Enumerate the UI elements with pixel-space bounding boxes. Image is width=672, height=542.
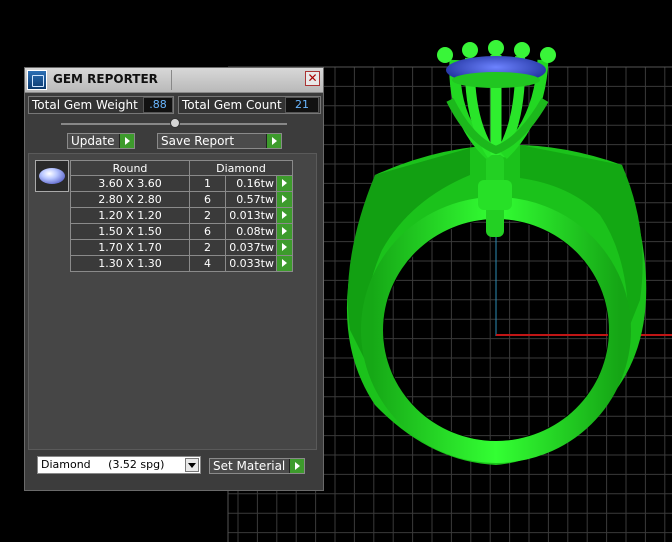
gem-quantity-cell: 2 [189,239,226,256]
gem-size-cell: 1.20 X 1.20 [70,207,190,224]
gem-reporter-icon [27,70,47,90]
set-material-button-label: Set Material [213,459,286,473]
green-arrow-icon[interactable] [276,191,293,208]
gem-quantity-cell: 2 [189,207,226,224]
gem-reporter-panel: GEM REPORTER ✕ Total Gem Weight .88 Tota… [24,67,324,491]
gem-weight-cell: 0.033tw [225,255,277,272]
gem-size-cell: 1.50 X 1.50 [70,223,190,240]
gem-size-cell: 3.60 X 3.60 [70,175,190,192]
panel-title: GEM REPORTER [53,72,158,86]
table-row[interactable]: 1.70 X 1.70 2 0.037tw [70,239,293,256]
gem-table: Round Diamond 3.60 X 3.60 1 0.16tw 2.80 X 2… [70,160,293,272]
chevron-down-icon[interactable] [185,458,199,472]
green-arrow-icon [266,134,281,148]
table-row[interactable]: 1.20 X 1.20 2 0.013tw [70,207,293,224]
update-button-label: Update [71,134,115,148]
table-row[interactable]: 3.60 X 3.60 1 0.16tw [70,175,293,192]
total-gem-count-text: Total Gem Count [182,98,282,112]
slider-handle[interactable] [170,118,180,128]
total-gem-count-value: 21 [285,97,319,113]
column-header-material: Diamond [189,160,293,176]
gem-size-cell: 1.70 X 1.70 [70,239,190,256]
green-arrow-icon [119,134,134,148]
set-material-button[interactable]: Set Material [209,458,305,474]
green-arrow-icon[interactable] [276,239,293,256]
table-header-row: Round Diamond [70,160,293,176]
material-dropdown-value: Diamond (3.52 spg) [41,458,165,471]
gem-weight-cell: 0.16tw [225,175,277,192]
gem-weight-cell: 0.013tw [225,207,277,224]
table-row[interactable]: 1.30 X 1.30 4 0.033tw [70,255,293,272]
title-bar[interactable]: GEM REPORTER ✕ [25,68,323,93]
gem-size-cell: 1.30 X 1.30 [70,255,190,272]
gem-weight-cell: 0.57tw [225,191,277,208]
gem-quantity-cell: 4 [189,255,226,272]
green-arrow-icon[interactable] [276,175,293,192]
gem-quantity-cell: 6 [189,223,226,240]
green-arrow-icon[interactable] [276,255,293,272]
green-arrow-icon [289,459,304,473]
gem-size-cell: 2.80 X 2.80 [70,191,190,208]
total-gem-weight-value: .88 [143,97,173,113]
gem-list-area: Round Diamond 3.60 X 3.60 1 0.16tw 2.80 X 2… [28,153,317,450]
green-arrow-icon[interactable] [276,223,293,240]
title-divider [171,70,172,90]
table-row[interactable]: 2.80 X 2.80 6 0.57tw [70,191,293,208]
gem-quantity-cell: 6 [189,191,226,208]
column-header-shape: Round [70,160,190,176]
gem-quantity-cell: 1 [189,175,226,192]
gem-weight-cell: 0.08tw [225,223,277,240]
save-report-button[interactable]: Save Report [157,133,282,149]
round-gem-icon[interactable] [35,160,69,192]
update-button[interactable]: Update [67,133,135,149]
material-dropdown[interactable]: Diamond (3.52 spg) [37,456,201,474]
total-gem-weight-text: Total Gem Weight [32,98,138,112]
gem-weight-cell: 0.037tw [225,239,277,256]
close-icon[interactable]: ✕ [305,71,320,86]
green-arrow-icon[interactable] [276,207,293,224]
table-row[interactable]: 1.50 X 1.50 6 0.08tw [70,223,293,240]
save-report-button-label: Save Report [161,134,235,148]
